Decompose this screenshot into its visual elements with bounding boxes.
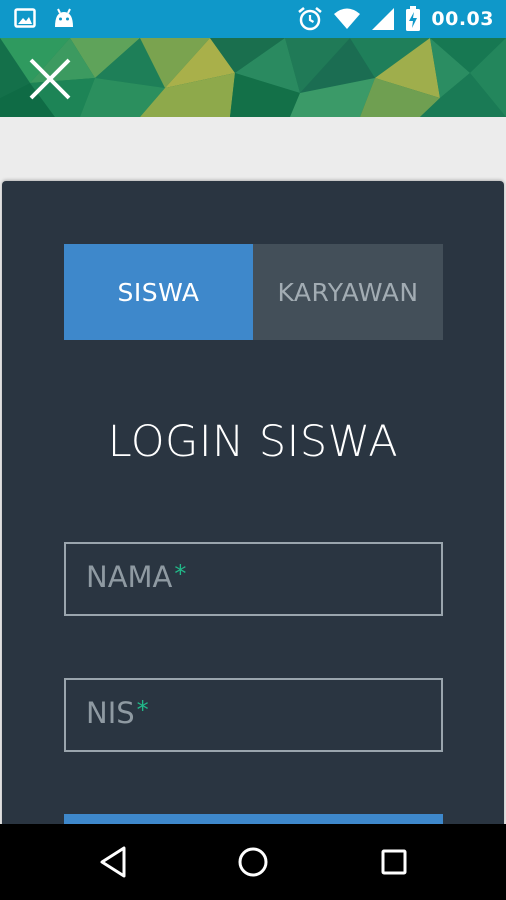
navigation-bar (0, 824, 506, 900)
recent-apps-button[interactable] (374, 842, 414, 882)
header-banner (0, 38, 506, 117)
close-button[interactable] (27, 56, 73, 102)
back-button[interactable] (94, 842, 134, 882)
user-type-tabs: SISWA KARYAWAN (64, 244, 443, 340)
nama-field[interactable]: NAMA* (64, 542, 443, 616)
nis-field[interactable]: NIS* (64, 678, 443, 752)
nis-input[interactable] (66, 680, 441, 750)
login-card: SISWA KARYAWAN LOGIN SISWA NAMA* NIS* (2, 181, 504, 874)
android-notification-icon (52, 7, 76, 29)
battery-charging-icon (405, 6, 421, 32)
system-icons: 00.03 (297, 6, 494, 32)
wifi-icon (333, 7, 361, 31)
background-texture (0, 117, 506, 187)
alarm-icon (297, 6, 323, 32)
status-bar: 00.03 (0, 0, 506, 38)
banner-pattern (0, 38, 506, 117)
image-notification-icon (14, 7, 36, 29)
notification-icons (14, 7, 76, 29)
close-icon (29, 58, 71, 100)
home-icon (238, 847, 268, 877)
tab-siswa[interactable]: SISWA (64, 244, 253, 340)
recent-apps-icon (381, 849, 407, 875)
nama-input[interactable] (66, 544, 441, 614)
clock-time: 00.03 (431, 8, 494, 30)
back-icon (100, 846, 126, 878)
tab-karyawan-label: KARYAWAN (277, 277, 419, 307)
tab-karyawan[interactable]: KARYAWAN (253, 244, 443, 340)
tab-siswa-label: SISWA (117, 277, 200, 307)
signal-icon (371, 7, 395, 31)
page-title: LOGIN SISWA (107, 417, 399, 467)
home-button[interactable] (233, 842, 273, 882)
